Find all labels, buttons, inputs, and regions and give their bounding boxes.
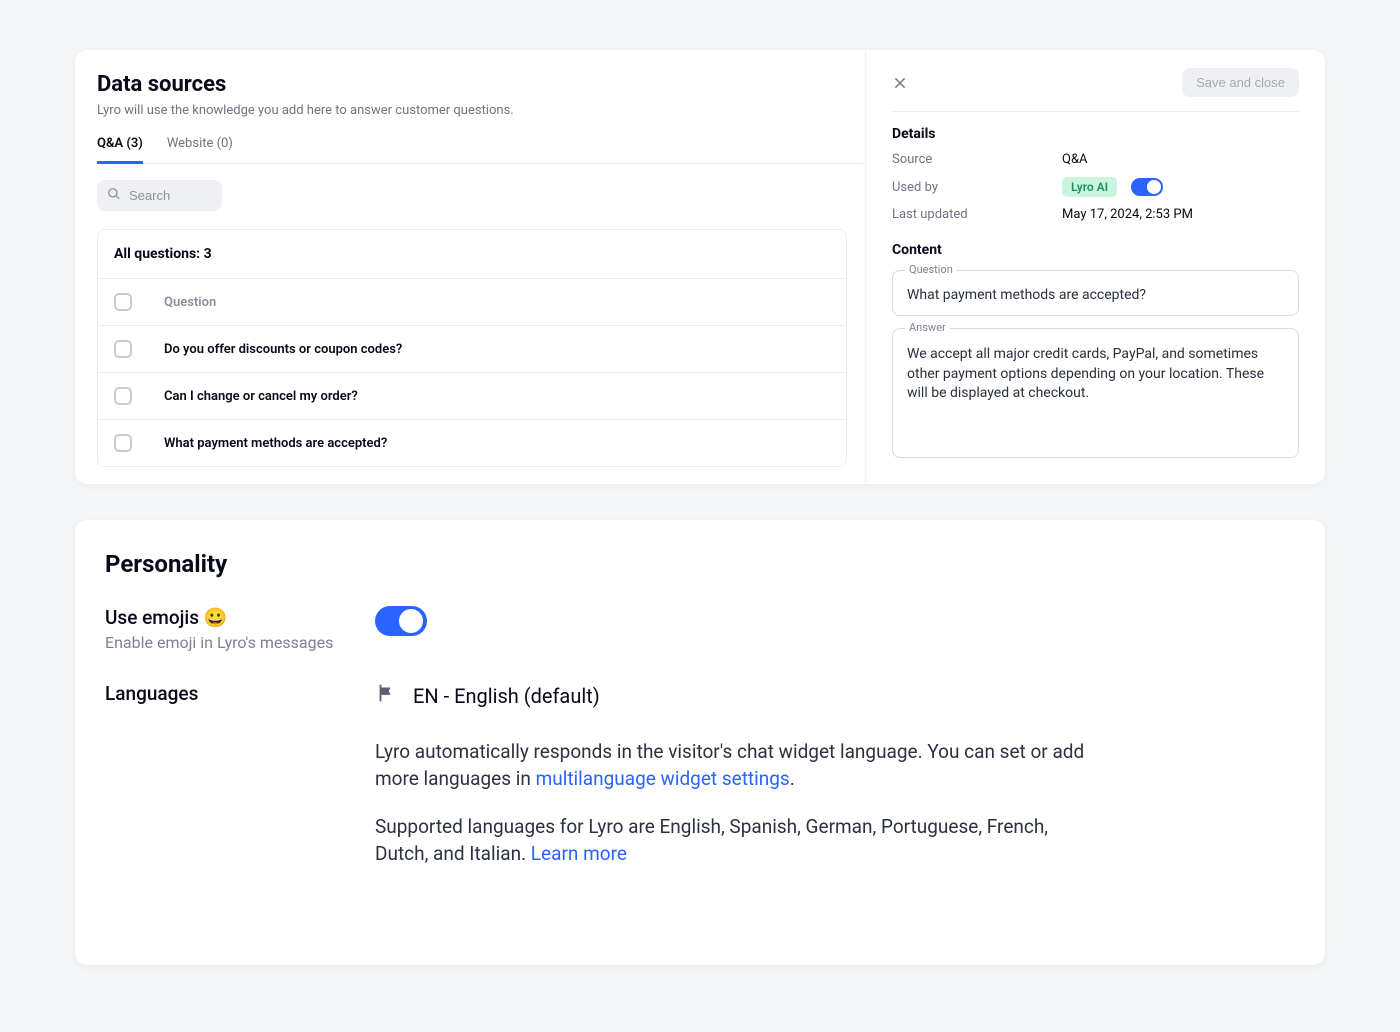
question-value: What payment methods are accepted?	[907, 287, 1284, 303]
source-value: Q&A	[1062, 152, 1088, 167]
usedby-label: Used by	[892, 180, 1062, 195]
tab-website[interactable]: Website (0)	[167, 136, 233, 164]
emoji-toggle[interactable]	[375, 606, 427, 636]
search-icon	[107, 186, 121, 205]
question-text: Do you offer discounts or coupon codes?	[164, 342, 402, 357]
question-legend: Question	[905, 263, 957, 276]
usedby-toggle[interactable]	[1131, 178, 1163, 196]
lastupdated-value: May 17, 2024, 2:53 PM	[1062, 207, 1193, 222]
data-sources-card: Data sources Lyro will use the knowledge…	[75, 50, 1325, 484]
column-header-question: Question	[164, 295, 216, 310]
question-list-header-row: Question	[98, 279, 846, 326]
flag-icon	[375, 682, 397, 709]
lastupdated-label: Last updated	[892, 207, 1062, 222]
question-field[interactable]: Question What payment methods are accept…	[892, 270, 1299, 316]
select-all-checkbox[interactable]	[114, 293, 132, 311]
data-sources-subtitle: Lyro will use the knowledge you add here…	[97, 103, 865, 118]
table-row[interactable]: What payment methods are accepted?	[98, 420, 846, 467]
answer-legend: Answer	[905, 321, 950, 334]
detail-source: Source Q&A	[892, 152, 1299, 167]
question-text: What payment methods are accepted?	[164, 436, 387, 451]
languages-heading: Languages	[105, 682, 375, 705]
table-row[interactable]: Do you offer discounts or coupon codes?	[98, 326, 846, 373]
answer-field[interactable]: Answer We accept all major credit cards,…	[892, 328, 1299, 458]
detail-lastupdated: Last updated May 17, 2024, 2:53 PM	[892, 207, 1299, 222]
language-value: EN - English (default)	[413, 684, 600, 708]
answer-value: We accept all major credit cards, PayPal…	[907, 345, 1284, 445]
learn-more-link[interactable]: Learn more	[531, 842, 627, 865]
language-default-line: EN - English (default)	[375, 682, 1095, 709]
detail-panel: Save and close Details Source Q&A Used b…	[865, 50, 1325, 484]
question-list-heading: All questions: 3	[98, 230, 846, 279]
detail-usedby: Used by Lyro AI	[892, 177, 1299, 197]
languages-description: Lyro automatically responds in the visit…	[375, 739, 1095, 867]
emoji-heading: Use emojis 😀	[105, 606, 375, 629]
lyro-ai-badge: Lyro AI	[1062, 177, 1117, 197]
emoji-desc: Enable emoji in Lyro's messages	[105, 633, 375, 652]
personality-card: Personality Use emojis 😀 Enable emoji in…	[75, 520, 1325, 965]
multilanguage-settings-link[interactable]: multilanguage widget settings	[536, 767, 790, 790]
table-row[interactable]: Can I change or cancel my order?	[98, 373, 846, 420]
emoji-row: Use emojis 😀 Enable emoji in Lyro's mess…	[105, 606, 1295, 652]
personality-title: Personality	[105, 550, 1295, 578]
data-sources-title: Data sources	[97, 72, 865, 97]
search-input-wrap[interactable]	[97, 180, 222, 211]
question-list: All questions: 3 Question Do you offer d…	[97, 229, 847, 467]
data-sources-main: Data sources Lyro will use the knowledge…	[75, 50, 865, 484]
close-icon[interactable]	[892, 75, 908, 91]
row-checkbox[interactable]	[114, 340, 132, 358]
languages-content: EN - English (default) Lyro automaticall…	[375, 682, 1095, 889]
row-checkbox[interactable]	[114, 387, 132, 405]
languages-row: Languages EN - English (default) Lyro au…	[105, 682, 1295, 889]
tab-qa[interactable]: Q&A (3)	[97, 136, 143, 164]
details-heading: Details	[892, 126, 1299, 142]
source-label: Source	[892, 152, 1062, 167]
search-input[interactable]	[129, 188, 199, 203]
content-heading: Content	[892, 242, 1299, 258]
row-checkbox[interactable]	[114, 434, 132, 452]
tabs: Q&A (3) Website (0)	[97, 136, 863, 164]
question-text: Can I change or cancel my order?	[164, 389, 358, 404]
save-and-close-button[interactable]: Save and close	[1182, 68, 1299, 97]
